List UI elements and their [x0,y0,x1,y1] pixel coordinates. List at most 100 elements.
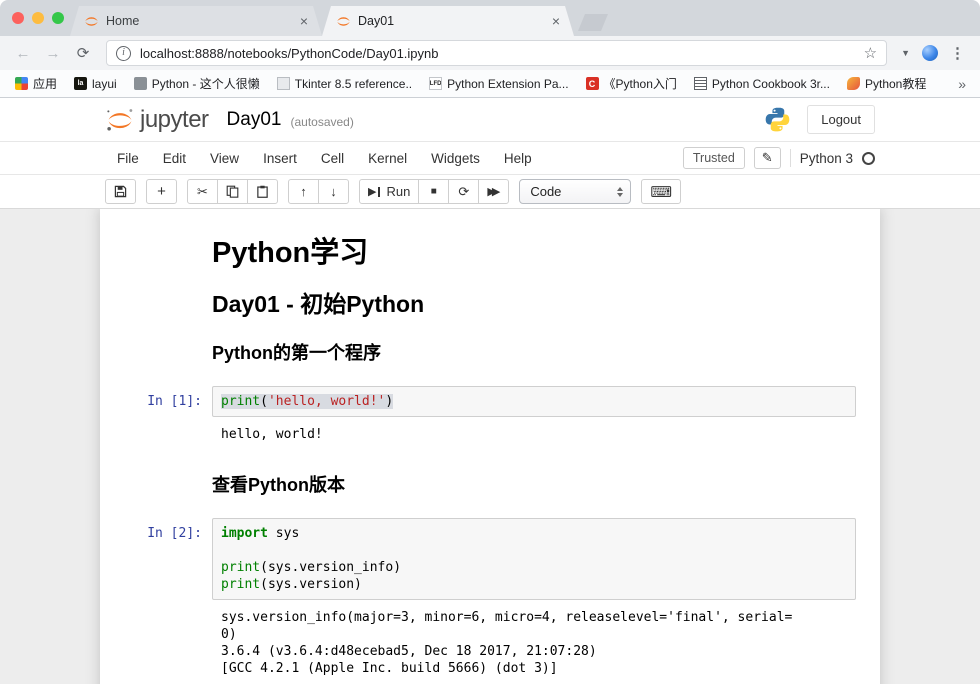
forward-button[interactable]: → [40,45,66,62]
zoom-window-button[interactable] [52,12,64,24]
menu-file[interactable]: File [105,145,151,172]
bookmark-label: Tkinter 8.5 reference.. [295,77,412,91]
menu-insert[interactable]: Insert [251,145,309,172]
url-text[interactable]: localhost:8888/notebooks/PythonCode/Day0… [140,46,855,61]
menu-widgets[interactable]: Widgets [419,145,492,172]
select-arrows-icon [617,187,623,197]
menu-help[interactable]: Help [492,145,544,172]
code-input-area[interactable]: print('hello, world!') [212,386,856,417]
markdown-cell[interactable]: Day01 - 初始Python [100,285,856,339]
menu-view[interactable]: View [198,145,251,172]
trusted-button[interactable]: Trusted [683,147,745,169]
restart-kernel-button[interactable]: ⟳ [448,179,479,204]
heading-h1: Python学习 [212,229,856,271]
bookmark-layui[interactable]: lalayui [69,75,122,93]
menu-kernel[interactable]: Kernel [356,145,419,172]
restart-icon: ⟳ [458,184,469,200]
omnibox[interactable]: i localhost:8888/notebooks/PythonCode/Da… [106,40,887,66]
bookmark-lfd[interactable]: LFD Python Extension Pa... [424,75,573,93]
cut-cell-button[interactable]: ✂ [187,179,218,204]
cell-prompt [100,417,212,449]
window-controls [12,12,64,24]
fast-forward-icon: ▶▶ [487,185,500,198]
paste-icon [256,185,269,198]
bookmark-label: 应用 [33,75,57,92]
kernel-idle-icon [862,152,875,165]
bookmark-label: Python Extension Pa... [447,77,568,91]
tab-title: Day01 [358,14,545,28]
kernel-name: Python 3 [800,151,853,166]
code-cell[interactable]: In [1]:print('hello, world!')hello, worl… [100,381,856,449]
bookmark-star-icon[interactable]: ☆ [864,44,877,62]
bookmark-python-intro[interactable]: C 《Python入门 [581,73,682,94]
extension-globe-icon[interactable] [922,45,938,61]
bookmarks-items: 应用 lalayui Python - 这个人很懒 Tkinter 8.5 refer… [10,73,954,94]
bookmark-label: Python - 这个人很懒 [152,75,260,92]
close-tab-icon[interactable]: × [300,14,308,28]
bookmark-python-lazy[interactable]: Python - 这个人很懒 [129,73,265,94]
page-info-icon[interactable]: i [116,46,131,61]
save-button[interactable] [105,179,136,204]
command-palette-button[interactable]: ⌨ [641,179,681,204]
layui-favicon-icon: la [74,77,87,90]
bookmark-label: Python Cookbook 3r... [712,77,830,91]
markdown-cell[interactable]: 查看Python版本 [100,449,856,513]
notebook-title[interactable]: Day01 [227,109,282,131]
bookmark-apps[interactable]: 应用 [10,73,62,94]
menu-cell[interactable]: Cell [309,145,356,172]
cell-prompt [100,600,212,683]
browser-dropdown-icon[interactable]: ▼ [901,48,910,58]
tab-home[interactable]: Home × [70,6,322,36]
move-cell-up-button[interactable]: ↑ [288,179,319,204]
cell-type-select[interactable]: Code [519,179,631,204]
restart-run-all-button[interactable]: ▶▶ [478,179,509,204]
move-cell-down-button[interactable]: ↓ [318,179,349,204]
tab-day01[interactable]: Day01 × [322,6,574,36]
jupyter-logo-icon [105,106,135,133]
back-button[interactable]: ← [10,45,36,62]
cell-type-value: Code [530,184,561,199]
stop-icon: ■ [431,186,437,197]
python-intro-favicon-icon: C [586,77,599,90]
minimize-window-button[interactable] [32,12,44,24]
lfd-favicon-icon: LFD [429,77,442,90]
bookmark-cookbook[interactable]: Python Cookbook 3r... [689,75,835,93]
run-label: Run [386,184,410,199]
cookbook-favicon-icon [694,77,707,90]
cell-output: sys.version_info(major=3, minor=6, micro… [212,600,856,683]
arrow-down-icon: ↓ [330,184,337,199]
run-button[interactable]: ▶ Run [359,179,419,204]
markdown-cell[interactable]: Python学习 [100,223,856,285]
code-input-area[interactable]: import sys print(sys.version_info)print(… [212,518,856,600]
logout-button[interactable]: Logout [807,105,875,134]
bookmark-label: 《Python入门 [604,75,677,92]
close-tab-icon[interactable]: × [552,14,560,28]
bookmark-tkinter[interactable]: Tkinter 8.5 reference.. [272,75,417,93]
cell-prompt [100,339,212,381]
tab-strip: Home × Day01 × [0,0,980,36]
new-tab-button[interactable] [578,14,608,31]
interrupt-kernel-button[interactable]: ■ [418,179,449,204]
cell-prompt [100,223,212,285]
address-bar-row: ← → ⟳ i localhost:8888/notebooks/PythonC… [0,36,980,70]
copy-cell-button[interactable] [217,179,248,204]
bookmarks-overflow-icon[interactable]: » [954,76,970,92]
close-window-button[interactable] [12,12,24,24]
browser-menu-icon[interactable]: ⋮ [950,44,966,62]
apps-favicon-icon [15,77,28,90]
reload-button[interactable]: ⟳ [70,44,96,62]
heading-h2: Day01 - 初始Python [212,285,856,319]
code-cell[interactable]: In [2]:import sys print(sys.version_info… [100,513,856,683]
menu-edit[interactable]: Edit [151,145,198,172]
keyboard-icon: ⌨ [650,183,672,201]
bookmark-python-tutorial[interactable]: Python教程 [842,73,931,94]
markdown-cell[interactable]: Python的第一个程序 [100,339,856,381]
paste-cell-button[interactable] [247,179,278,204]
notebook-container: Python学习Day01 - 初始PythonPython的第一个程序In [… [100,209,880,684]
jupyter-header: jupyter Day01 (autosaved) Logout [0,98,980,142]
jupyter-logo[interactable]: jupyter [105,106,209,134]
tab-title: Home [106,14,293,28]
add-cell-button[interactable]: + [146,179,177,204]
edit-mode-pencil-button[interactable]: ✎ [754,147,781,169]
arrow-up-icon: ↑ [300,184,307,199]
